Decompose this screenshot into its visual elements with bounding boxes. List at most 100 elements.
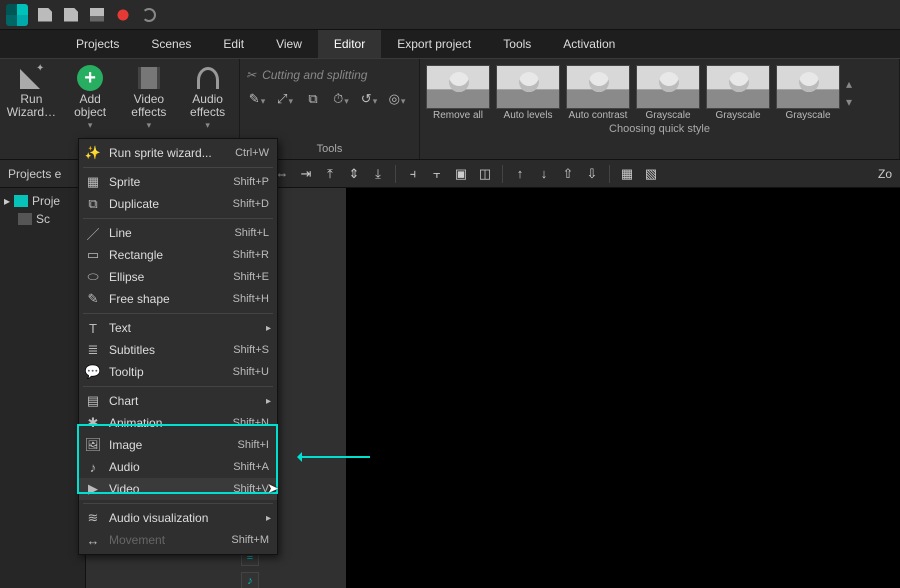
menu-export-project[interactable]: Export project (381, 30, 487, 58)
subtitles-icon: ≣ (85, 342, 101, 358)
tree-item-scene[interactable]: Sc (4, 210, 81, 228)
tree-root[interactable]: ▸Proje (4, 192, 81, 210)
redo-button[interactable] (140, 6, 158, 24)
menu-item-shortcut: Shift+U (233, 366, 269, 378)
menu-item-rectangle[interactable]: ▭RectangleShift+R (79, 244, 277, 266)
menu-item-chart[interactable]: ▤Chart (79, 390, 277, 412)
app-root: { "titlebar": { "icons": ["new-file-icon… (0, 0, 900, 588)
ribbon-styles-caption: Choosing quick style (426, 121, 893, 137)
tb-bring-front[interactable]: ↑ (509, 163, 531, 185)
menu-item-label: Rectangle (109, 248, 225, 262)
menu-editor[interactable]: Editor (318, 30, 381, 58)
menu-scenes[interactable]: Scenes (135, 30, 207, 58)
menu-item-label: Tooltip (109, 365, 225, 379)
menu-item-image[interactable]: 🖼ImageShift+I (79, 434, 277, 456)
video-preview[interactable] (346, 188, 900, 588)
menu-item-tooltip[interactable]: 💬TooltipShift+U (79, 361, 277, 383)
style-thumb-grayscale[interactable]: Grayscale (706, 65, 770, 121)
menu-view[interactable]: View (260, 30, 318, 58)
new-file-button[interactable] (36, 6, 54, 24)
tb-ungroup[interactable]: ▧ (640, 163, 662, 185)
menu-item-audio-visualization[interactable]: ≋Audio visualization (79, 507, 277, 529)
tool-pen[interactable]: ✎ (246, 88, 268, 110)
menu-item-duplicate[interactable]: ⧉DuplicateShift+D (79, 193, 277, 215)
menu-item-shortcut: Shift+S (233, 344, 269, 356)
video-effects-button[interactable]: Video effects ▾ (124, 63, 175, 141)
image-icon: 🖼 (85, 437, 101, 453)
style-thumb-image (776, 65, 840, 109)
tool-stabilize[interactable]: ◎ (386, 88, 408, 110)
menu-item-animation[interactable]: ✱AnimationShift+N (79, 412, 277, 434)
style-thumb-label: Grayscale (645, 110, 690, 121)
menu-item-label: Audio visualization (109, 511, 269, 525)
tb-center[interactable]: ▣ (450, 163, 472, 185)
menu-item-free-shape[interactable]: ✎Free shapeShift+H (79, 288, 277, 310)
tool-crop[interactable]: ⧉ (302, 88, 324, 110)
menu-item-subtitles[interactable]: ≣SubtitlesShift+S (79, 339, 277, 361)
tb-distribute-h[interactable]: ⫞ (402, 163, 424, 185)
menu-item-shortcut: Shift+R (233, 249, 269, 261)
tool-eyedrop[interactable]: ⤢ (274, 88, 296, 110)
tool-speed[interactable]: ⏱ (330, 88, 352, 110)
tree-item-label: Sc (36, 212, 50, 226)
style-thumb-remove-all[interactable]: Remove all (426, 65, 490, 121)
style-thumb-auto-contrast[interactable]: Auto contrast (566, 65, 630, 121)
tb-align-top[interactable]: ⤒ (319, 163, 341, 185)
tb-backward[interactable]: ⇩ (581, 163, 603, 185)
project-tree[interactable]: ▸Proje Sc (4, 192, 81, 228)
add-object-button[interactable]: + Add object ▾ (65, 63, 116, 141)
menu-item-ellipse[interactable]: ⬭EllipseShift+E (79, 266, 277, 288)
style-thumb-label: Remove all (433, 110, 483, 121)
cutting-splitting-label: Cutting and splitting (262, 68, 367, 82)
menu-item-label: Free shape (109, 292, 225, 306)
menu-separator (83, 218, 273, 219)
audio-icon: ♪ (85, 459, 101, 475)
menu-item-label: Run sprite wizard... (109, 146, 227, 160)
style-thumb-auto-levels[interactable]: Auto levels (496, 65, 560, 121)
tb-align-bottom[interactable]: ⤓ (367, 163, 389, 185)
menu-item-audio[interactable]: ♪AudioShift+A (79, 456, 277, 478)
tb-send-back[interactable]: ↓ (533, 163, 555, 185)
project-explorer[interactable]: ▸Proje Sc (0, 188, 86, 588)
menu-activation[interactable]: Activation (547, 30, 631, 58)
menu-separator (83, 386, 273, 387)
dropdown-icon: ▾ (88, 121, 93, 131)
tb-spread[interactable]: ⫟ (426, 163, 448, 185)
cutting-splitting-button[interactable]: ✂ Cutting and splitting (246, 63, 413, 87)
menu-item-sprite[interactable]: ▦SpriteShift+P (79, 171, 277, 193)
menu-item-movement: ↔MovementShift+M (79, 529, 277, 551)
menu-item-label: Text (109, 321, 269, 335)
menu-item-text[interactable]: TText (79, 317, 277, 339)
menu-item-shortcut: Shift+N (233, 417, 269, 429)
open-file-button[interactable] (62, 6, 80, 24)
save-button[interactable] (88, 6, 106, 24)
record-button[interactable] (114, 6, 132, 24)
add-object-menu: ✨Run sprite wizard...Ctrl+W▦SpriteShift+… (78, 138, 278, 555)
tool-reverse[interactable]: ↺ (358, 88, 380, 110)
menu-projects[interactable]: Projects (60, 30, 135, 58)
redo-icon (142, 8, 156, 22)
menu-tools[interactable]: Tools (487, 30, 547, 58)
run-wizard-button[interactable]: Run Wizard… (6, 63, 57, 141)
tb-forward[interactable]: ⇧ (557, 163, 579, 185)
vstrip-eq[interactable]: ♪ (241, 572, 259, 588)
wand-icon: ✨ (85, 145, 101, 161)
menu-item-run-sprite-wizard-[interactable]: ✨Run sprite wizard...Ctrl+W (79, 142, 277, 164)
menu-item-line[interactable]: ／LineShift+L (79, 222, 277, 244)
ellipse-icon: ⬭ (85, 269, 101, 285)
style-thumb-grayscale[interactable]: Grayscale (776, 65, 840, 121)
styles-more-button[interactable]: ▴▾ (846, 65, 864, 121)
project-icon (14, 195, 28, 207)
tb-group[interactable]: ▦ (616, 163, 638, 185)
audio-effects-button[interactable]: Audio effects ▾ (182, 63, 233, 141)
tb-fit[interactable]: ◫ (474, 163, 496, 185)
tb-align-right[interactable]: ⇥ (295, 163, 317, 185)
menu-item-video[interactable]: ▶VideoShift+V (79, 478, 277, 500)
menu-item-label: Audio (109, 460, 225, 474)
tb-align-center-v[interactable]: ⇕ (343, 163, 365, 185)
video-icon: ▶ (85, 481, 101, 497)
menu-edit[interactable]: Edit (207, 30, 260, 58)
menu-item-label: Duplicate (109, 197, 225, 211)
style-thumb-grayscale[interactable]: Grayscale (636, 65, 700, 121)
style-thumb-label: Auto contrast (569, 110, 628, 121)
